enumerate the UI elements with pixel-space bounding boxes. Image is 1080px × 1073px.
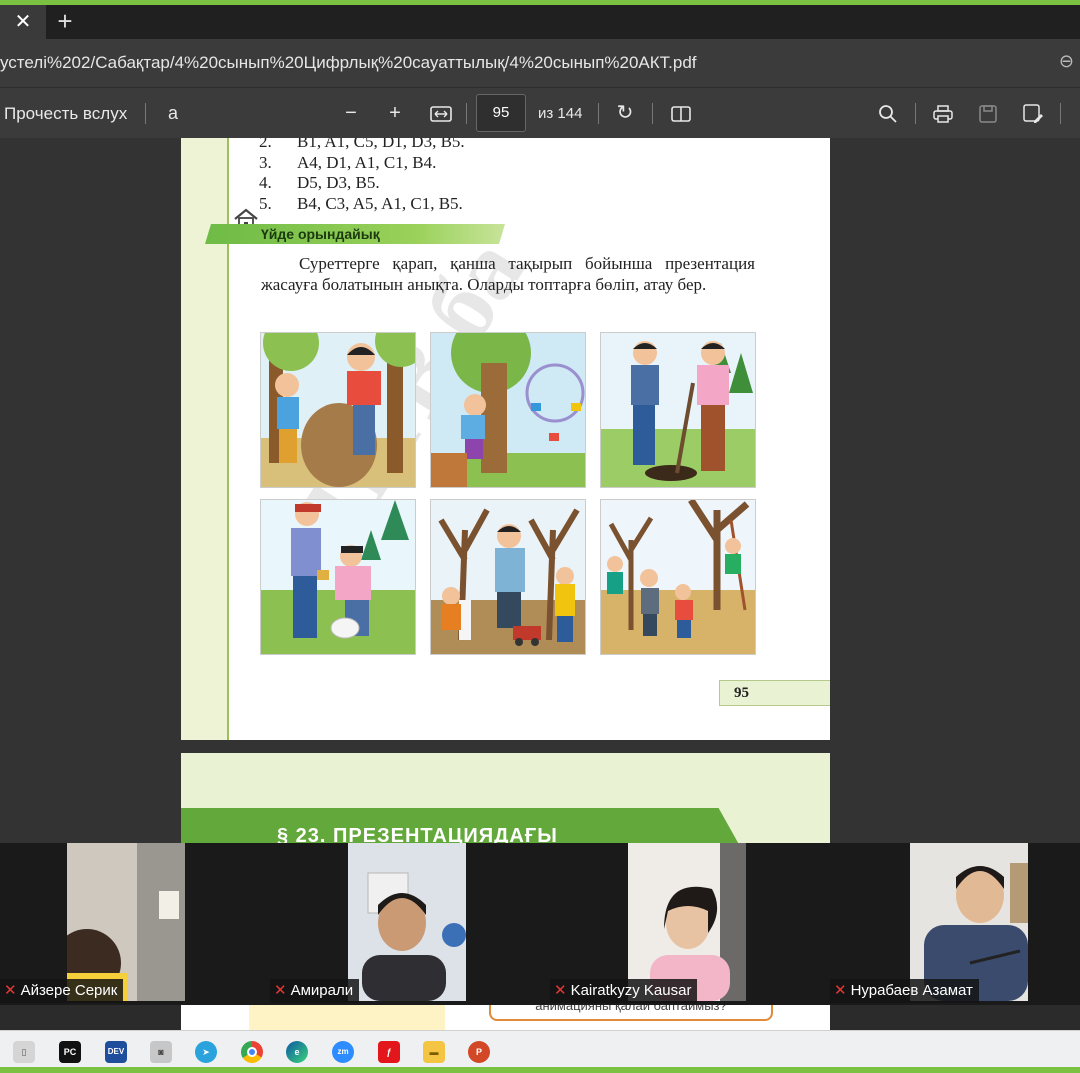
- mic-muted-icon: ✕: [4, 982, 17, 999]
- zoom-icon[interactable]: zm: [332, 1041, 354, 1063]
- url-text[interactable]: устелі%202/Сабақтар/4%20сынып%20Цифрлық%…: [0, 53, 697, 73]
- rotate-icon[interactable]: ↻: [610, 88, 640, 139]
- acrobat-icon[interactable]: ƒ: [378, 1041, 400, 1063]
- participant-name: ✕ Амирали: [270, 979, 360, 1003]
- highlight-box: [249, 1005, 445, 1030]
- participant-name: ✕ Айзере Серик: [0, 979, 124, 1003]
- save-icon[interactable]: [973, 88, 1003, 139]
- tab-strip: ✕ +: [0, 5, 1080, 39]
- mic-muted-icon: ✕: [554, 982, 567, 999]
- screen: ✕ + устелі%202/Сабақтар/4%20сынып%20Цифр…: [0, 0, 1080, 1073]
- list-item: 3. A4, D1, A1, C1, B4.: [259, 152, 437, 172]
- pdf-page: АПТВ ба 2.B1, A1, C5, D1, D3, B5. 3.A4, …: [181, 138, 830, 740]
- participant-tile[interactable]: ✕ Амирали: [270, 843, 551, 1005]
- list-item: 5. B4, C3, A5, A1, C1, B5.: [259, 193, 463, 213]
- callout-bubble: анимацияны қалай баптаймыз?: [489, 1005, 773, 1021]
- fit-page-icon[interactable]: [426, 88, 456, 139]
- pc-icon[interactable]: PC: [59, 1041, 81, 1063]
- illustration-planting-tree: [600, 332, 756, 488]
- address-bar[interactable]: устелі%202/Сабақтар/4%20сынып%20Цифрлық%…: [0, 39, 1080, 87]
- search-icon[interactable]: [872, 88, 902, 139]
- illustration-whitewashing-trees: [430, 499, 586, 655]
- address-bar-action-icon[interactable]: ⊖: [1059, 51, 1074, 72]
- illustration-autumn-garden: [600, 499, 756, 655]
- toolbar-divider: [915, 103, 916, 124]
- toolbar-divider: [652, 103, 653, 124]
- document-viewer[interactable]: АПТВ ба 2.B1, A1, C5, D1, D3, B5. 3.A4, …: [0, 138, 1080, 843]
- toolbar-divider: [598, 103, 599, 124]
- save-as-icon[interactable]: [1018, 88, 1048, 139]
- page-number-input[interactable]: 95: [476, 94, 526, 132]
- illustration-picking-litter: [260, 499, 416, 655]
- telegram-icon[interactable]: ➤: [195, 1041, 217, 1063]
- answer-list: 2. B1, A1, C5, D1, D3, B5. 3. A4, D1, A1, …: [259, 138, 465, 214]
- participant-video: [348, 843, 466, 1001]
- participant-tile[interactable]: ✕ Kairatkyzy Kausar: [550, 843, 831, 1005]
- text-options-icon[interactable]: a: [158, 88, 188, 139]
- edge-icon[interactable]: e: [286, 1041, 308, 1063]
- app-icon-generic[interactable]: ▯: [13, 1041, 35, 1063]
- print-icon[interactable]: [928, 88, 958, 139]
- page-number-label: 95: [719, 680, 830, 706]
- powerpoint-icon[interactable]: P: [468, 1041, 490, 1063]
- participant-name: ✕ Нурабаев Азамат: [830, 979, 979, 1003]
- list-item: 2. B1, A1, C5, D1, D3, B5.: [259, 138, 465, 151]
- mic-muted-icon: ✕: [834, 982, 847, 999]
- explorer-icon[interactable]: ▬: [423, 1041, 445, 1063]
- participant-video: [910, 843, 1028, 1001]
- illustration-kids-forest: [260, 332, 416, 488]
- chrome-icon[interactable]: [241, 1041, 263, 1063]
- close-tab-button[interactable]: ✕: [0, 5, 46, 39]
- window-bottom-accent: [0, 1067, 1080, 1073]
- new-tab-button[interactable]: +: [50, 5, 80, 39]
- participant-name: ✕ Kairatkyzy Kausar: [550, 979, 698, 1003]
- participant-tile[interactable]: ✕ Нурабаев Азамат: [830, 843, 1080, 1005]
- section-title: § 23. ПРЕЗЕНТАЦИЯДАҒЫ: [277, 825, 558, 843]
- total-pages-label: из 144: [538, 105, 583, 122]
- illustration-park-tree: [430, 332, 586, 488]
- video-participants-strip: ✕ Айзере Серик ✕ Амирали ✕ Kairatkyzy Ka…: [0, 843, 1080, 1005]
- pdf-page-fragment: анимацияны қалай баптаймыз?: [181, 1005, 830, 1030]
- pdf-toolbar: Прочесть вслух a − + 95 из 144 ↻: [0, 87, 1080, 138]
- mic-muted-icon: ✕: [274, 982, 287, 999]
- next-pdf-page: § 23. ПРЕЗЕНТАЦИЯДАҒЫ: [181, 753, 830, 843]
- devc-icon[interactable]: DEV: [105, 1041, 127, 1063]
- participant-video: [628, 843, 746, 1001]
- toolbar-divider: [1060, 103, 1061, 124]
- list-item: 4. D5, D3, B5.: [259, 173, 380, 192]
- participant-tile[interactable]: ✕ Айзере Серик: [0, 843, 281, 1005]
- toolbar-divider: [466, 103, 467, 124]
- zoom-in-icon[interactable]: +: [382, 88, 408, 139]
- camera-icon[interactable]: ◙: [150, 1041, 172, 1063]
- page-view-icon[interactable]: [666, 88, 696, 139]
- participant-video: [67, 843, 185, 1001]
- homework-heading: Үйде орындайық: [261, 226, 380, 242]
- read-aloud-button[interactable]: Прочесть вслух: [4, 88, 127, 139]
- zoom-out-icon[interactable]: −: [338, 88, 364, 139]
- task-paragraph: Суреттерге қарап, қанша тақырып бойынша …: [261, 254, 755, 294]
- toolbar-divider: [145, 103, 146, 124]
